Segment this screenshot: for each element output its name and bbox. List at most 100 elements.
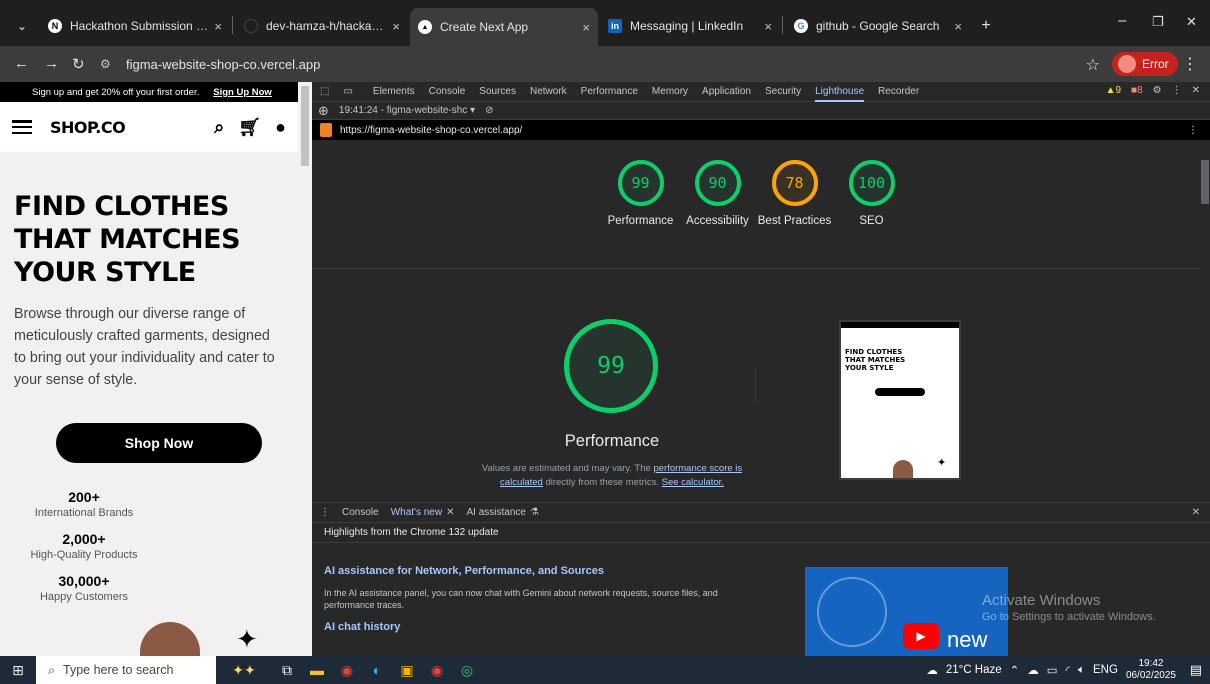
browser-menu-icon[interactable]: ⋮ <box>1182 54 1198 74</box>
back-icon[interactable]: ← <box>14 55 29 72</box>
windows-start-icon[interactable]: ⊞ <box>0 656 36 684</box>
shop-now-button[interactable]: Shop Now <box>56 423 262 463</box>
notification-icon[interactable]: ▤ <box>1190 662 1202 678</box>
close-devtools-icon[interactable]: ✕ <box>1192 85 1200 96</box>
tab-security[interactable]: Security <box>765 86 801 97</box>
score-ring: 99 <box>617 160 664 206</box>
tab-application[interactable]: Application <box>702 86 751 97</box>
close-tab-icon[interactable]: × <box>392 19 400 34</box>
tab-hackathon-guide[interactable]: N Hackathon Submission Guide × <box>40 10 230 42</box>
drawer-menu-icon[interactable]: ⋮ <box>320 507 330 518</box>
score-gauges: 99 Performance 90 Accessibility 78 Best … <box>602 160 910 228</box>
restore-icon[interactable]: ❐ <box>1152 14 1164 30</box>
forward-icon[interactable]: → <box>44 55 59 72</box>
user-icon[interactable]: ● <box>275 117 286 138</box>
network-icon[interactable]: ◜ <box>1066 663 1070 677</box>
devtools-scrollbar[interactable] <box>1200 140 1210 494</box>
address-url: figma-website-shop-co.vercel.app <box>126 56 321 72</box>
tab-memory[interactable]: Memory <box>652 86 688 97</box>
inspect-element-icon[interactable]: ⬚ <box>320 86 329 97</box>
close-drawer-icon[interactable]: ✕ <box>1192 507 1200 518</box>
browser-tab-strip: ⌄ N Hackathon Submission Guide × dev-ham… <box>0 0 1210 46</box>
drawer-tab-whats-new[interactable]: What's new <box>391 507 442 518</box>
score-ring: 78 <box>771 160 818 206</box>
close-window-icon[interactable]: ✕ <box>1186 14 1197 30</box>
calculator-link[interactable]: See calculator. <box>662 477 724 488</box>
whatsapp-icon[interactable]: ◎ <box>452 656 482 684</box>
tab-performance[interactable]: Performance <box>581 86 638 97</box>
tab-elements[interactable]: Elements <box>373 86 415 97</box>
scrollbar-thumb[interactable] <box>301 86 309 166</box>
tab-network[interactable]: Network <box>530 86 567 97</box>
warning-count[interactable]: ▲9 <box>1106 85 1121 96</box>
tab-lighthouse[interactable]: Lighthouse <box>815 86 865 102</box>
page-screenshot-thumbnail[interactable]: FIND CLOTHES THAT MATCHES YOUR STYLE ✦ <box>839 320 961 480</box>
weather[interactable]: 21°C Haze <box>946 664 1002 676</box>
minimize-icon[interactable]: – <box>1118 12 1126 29</box>
onedrive-icon[interactable]: ☁ <box>1027 663 1039 677</box>
taskbar-search[interactable]: ⌕ Type here to search <box>36 656 216 684</box>
close-tab-icon[interactable]: ✕ <box>446 507 454 518</box>
gauge-accessibility[interactable]: 90 Accessibility <box>679 160 756 228</box>
tab-create-next-app[interactable]: ▲ Create Next App × <box>410 8 598 46</box>
video-thumbnail[interactable]: ▶ new <box>805 567 1008 657</box>
menu-icon[interactable] <box>12 120 32 134</box>
tab-google-search[interactable]: G github - Google Search × <box>786 10 970 42</box>
new-report-icon[interactable]: ⊕ <box>318 103 329 119</box>
file-explorer-icon[interactable]: ▬ <box>302 656 332 684</box>
clear-icon[interactable]: ⊘ <box>485 105 493 116</box>
new-tab-button[interactable]: + <box>974 10 998 42</box>
chevron-down-icon: ⌄ <box>16 19 28 33</box>
chrome-icon[interactable]: ◉ <box>332 656 362 684</box>
report-menu-icon[interactable]: ⋮ <box>1188 125 1198 136</box>
chrome-profile-icon[interactable]: ◉ <box>422 656 452 684</box>
error-count[interactable]: ■8 <box>1131 85 1143 96</box>
battery-icon[interactable]: ▭ <box>1047 663 1058 677</box>
tab-recorder[interactable]: Recorder <box>878 86 919 97</box>
drawer-tab-ai-assistance[interactable]: AI assistance <box>466 507 525 518</box>
edge-icon[interactable]: ◐ <box>362 656 392 684</box>
tab-linkedin[interactable]: in Messaging | LinkedIn × <box>600 10 780 42</box>
tab-console[interactable]: Console <box>429 86 466 97</box>
devtools-menu-icon[interactable]: ⋮ <box>1172 85 1182 96</box>
gauge-best-practices[interactable]: 78 Best Practices <box>756 160 833 228</box>
close-tab-icon[interactable]: × <box>764 19 772 34</box>
drawer-tabbar: ⋮ Console What's new ✕ AI assistance ⚗ ✕ <box>312 503 1210 523</box>
youtube-play-icon[interactable]: ▶ <box>903 623 939 649</box>
search-icon[interactable]: ⌕ <box>214 117 224 138</box>
close-tab-icon[interactable]: × <box>954 19 962 34</box>
report-selector[interactable]: 19:41:24 - figma-website-shc ▾ <box>339 105 475 116</box>
tab-search-button[interactable]: ⌄ <box>8 10 36 42</box>
sign-up-link[interactable]: Sign Up Now <box>213 87 272 98</box>
gauge-performance[interactable]: 99 Performance <box>602 160 679 228</box>
bookmark-star-icon[interactable]: ☆ <box>1086 55 1100 75</box>
thumbnail-heading: FIND CLOTHES THAT MATCHES YOUR STYLE <box>845 348 906 372</box>
tab-sources[interactable]: Sources <box>479 86 516 97</box>
address-bar[interactable]: ⚙ figma-website-shop-co.vercel.app <box>100 51 480 77</box>
clock[interactable]: 19:42 06/02/2025 <box>1126 658 1176 682</box>
site-info-icon[interactable]: ⚙ <box>100 57 116 71</box>
tab-github-repo[interactable]: dev-hamza-h/hackathon-docur × <box>236 10 408 42</box>
language-indicator[interactable]: ENG <box>1093 664 1118 676</box>
cart-icon[interactable]: 🛒︎ <box>238 117 261 138</box>
settings-gear-icon[interactable]: ⚙ <box>1153 85 1162 96</box>
feature-heading[interactable]: AI assistance for Network, Performance, … <box>324 565 1198 577</box>
lighthouse-toolbar: ⊕ 19:41:24 - figma-website-shc ▾ ⊘ <box>312 102 1210 120</box>
store-icon[interactable]: ▣ <box>392 656 422 684</box>
reload-icon[interactable]: ↻ <box>72 55 85 73</box>
volume-icon[interactable]: 🔈︎ <box>1078 664 1085 677</box>
devtools-status: ▲9 ■8 ⚙ ⋮ ✕ <box>1106 85 1200 96</box>
copilot-sparkle-icon[interactable]: ✦✦ <box>216 656 272 684</box>
scrollbar-thumb[interactable] <box>1201 160 1209 204</box>
profile-button[interactable]: Error <box>1112 52 1178 76</box>
site-logo[interactable]: SHOP.CO <box>50 118 200 137</box>
performance-score-ring: 99 <box>564 319 658 413</box>
tray-chevron-icon[interactable]: ⌃ <box>1010 663 1020 677</box>
device-toolbar-icon[interactable]: ▭ <box>343 86 352 97</box>
task-view-icon[interactable]: ⧉ <box>272 656 302 684</box>
drawer-tab-console[interactable]: Console <box>342 507 379 518</box>
gauge-seo[interactable]: 100 SEO <box>833 160 910 228</box>
close-tab-icon[interactable]: × <box>582 20 590 35</box>
close-tab-icon[interactable]: × <box>214 19 222 34</box>
page-scrollbar[interactable] <box>298 82 312 656</box>
